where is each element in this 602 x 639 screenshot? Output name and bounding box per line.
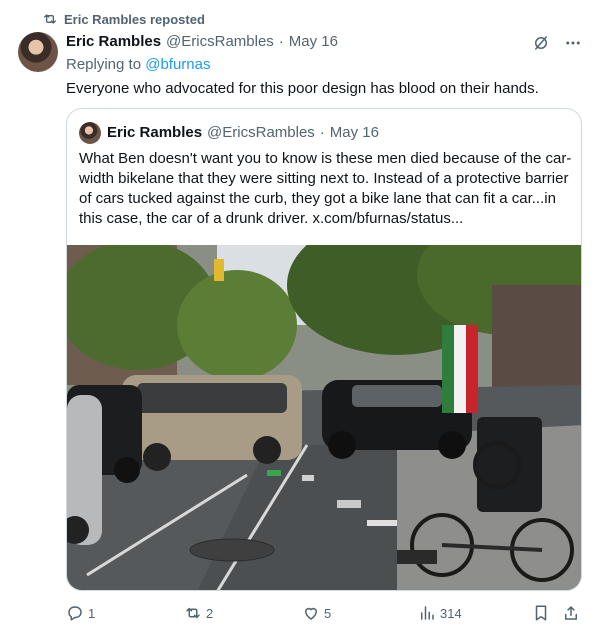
photo-drawing (67, 245, 581, 590)
quote-text: What Ben doesn't want you to know is the… (79, 150, 572, 227)
like-action[interactable]: 5 (302, 604, 331, 622)
tweet-top-actions (532, 34, 582, 52)
like-count: 5 (324, 605, 332, 621)
tweet-text: Everyone who advocated for this poor des… (66, 80, 539, 97)
replying-prefix: Replying to (66, 56, 142, 73)
quote-author-name: Eric Rambles (107, 124, 203, 141)
reply-count: 1 (88, 605, 96, 621)
grok-icon[interactable] (532, 34, 550, 52)
author-avatar[interactable] (18, 32, 58, 72)
views-icon (421, 606, 434, 620)
crash-scene-photo[interactable] (67, 245, 581, 590)
repost-icon (44, 14, 56, 24)
author-name[interactable]: Eric Rambles (66, 33, 161, 50)
more-icon[interactable] (564, 34, 582, 52)
quote-header: Eric Rambles @EricsRambles · May 16 (107, 124, 379, 141)
replying-to: Replying to @bfurnas (66, 56, 210, 73)
views-action[interactable]: 314 (418, 604, 462, 622)
tweet-actions: 1 2 5 314 (66, 602, 584, 624)
reply-action[interactable]: 1 (66, 604, 95, 622)
replying-to-link[interactable]: @bfurnas (145, 56, 210, 73)
quote-separator-dot: · (319, 124, 325, 141)
repost-action[interactable]: 2 (184, 604, 213, 622)
quoted-tweet[interactable]: Eric Rambles @EricsRambles · May 16 What… (66, 108, 582, 591)
repost-indicator[interactable]: Eric Rambles reposted (42, 11, 205, 27)
reply-icon (68, 606, 82, 621)
views-count: 314 (440, 605, 462, 621)
quote-date: May 16 (329, 124, 379, 141)
tweet-date[interactable]: May 16 (289, 33, 338, 50)
quote-author-handle: @EricsRambles (207, 124, 315, 141)
bookmark-icon (535, 605, 547, 621)
repost-count: 2 (206, 605, 214, 621)
tweet-header: Eric Rambles @EricsRambles · May 16 (66, 33, 338, 50)
repost-label: Eric Rambles reposted (64, 11, 205, 27)
like-icon (305, 607, 317, 620)
bookmark-action[interactable] (532, 604, 550, 622)
share-icon (565, 606, 577, 620)
separator-dot: · (278, 33, 284, 50)
share-action[interactable] (562, 604, 580, 622)
author-handle[interactable]: @EricsRambles (166, 33, 274, 50)
repost-icon (186, 607, 200, 619)
quote-author-avatar (79, 122, 101, 144)
